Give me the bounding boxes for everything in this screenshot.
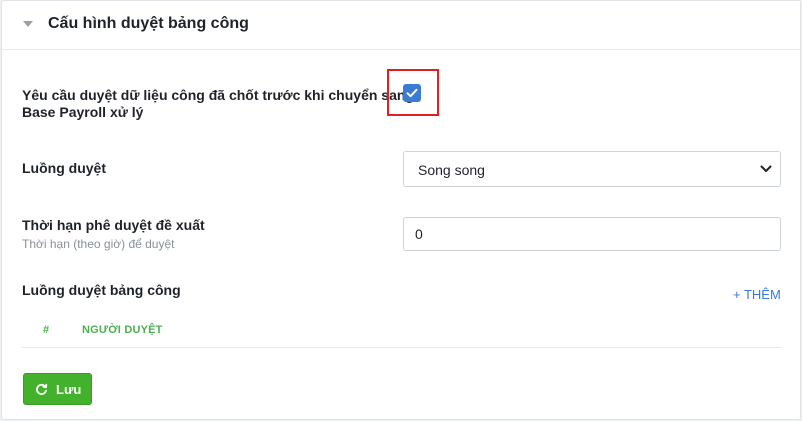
chevron-down-icon: [760, 165, 772, 172]
add-approver-button[interactable]: + THÊM: [733, 287, 781, 302]
checkbox-highlight-box: [387, 69, 439, 116]
require-approval-label: Yêu cầu duyệt dữ liệu công đã chốt trước…: [22, 87, 414, 121]
require-approval-checkbox[interactable]: [403, 84, 421, 102]
column-header-approver: NGƯỜI DUYỆT: [82, 324, 163, 336]
caret-down-icon[interactable]: [23, 21, 33, 27]
refresh-icon: [36, 383, 48, 395]
save-button[interactable]: Lưu: [23, 373, 92, 405]
deadline-input[interactable]: [403, 217, 781, 251]
deadline-hint: Thời hạn (theo giờ) để duyệt: [22, 237, 175, 251]
column-header-index: #: [43, 324, 50, 336]
approval-flow-label: Luồng duyệt: [22, 160, 106, 176]
approval-config-card: Cấu hình duyệt bảng công Yêu cầu duyệt d…: [1, 0, 801, 420]
save-button-label: Lưu: [56, 382, 82, 397]
card-title: Cấu hình duyệt bảng công: [48, 15, 249, 32]
require-approval-label-line1: Yêu cầu duyệt dữ liệu công đã chốt trước…: [22, 87, 414, 103]
checkmark-icon: [406, 88, 418, 98]
approval-flow-value: Song song: [418, 162, 485, 178]
deadline-label: Thời hạn phê duyệt đề xuất: [22, 217, 205, 233]
table-divider: [22, 347, 782, 348]
require-approval-label-line2: Base Payroll xử lý: [22, 104, 144, 120]
timesheet-flow-label: Luồng duyệt bảng công: [22, 282, 181, 298]
card-header[interactable]: Cấu hình duyệt bảng công: [2, 1, 800, 50]
approval-flow-select[interactable]: Song song: [403, 151, 781, 187]
